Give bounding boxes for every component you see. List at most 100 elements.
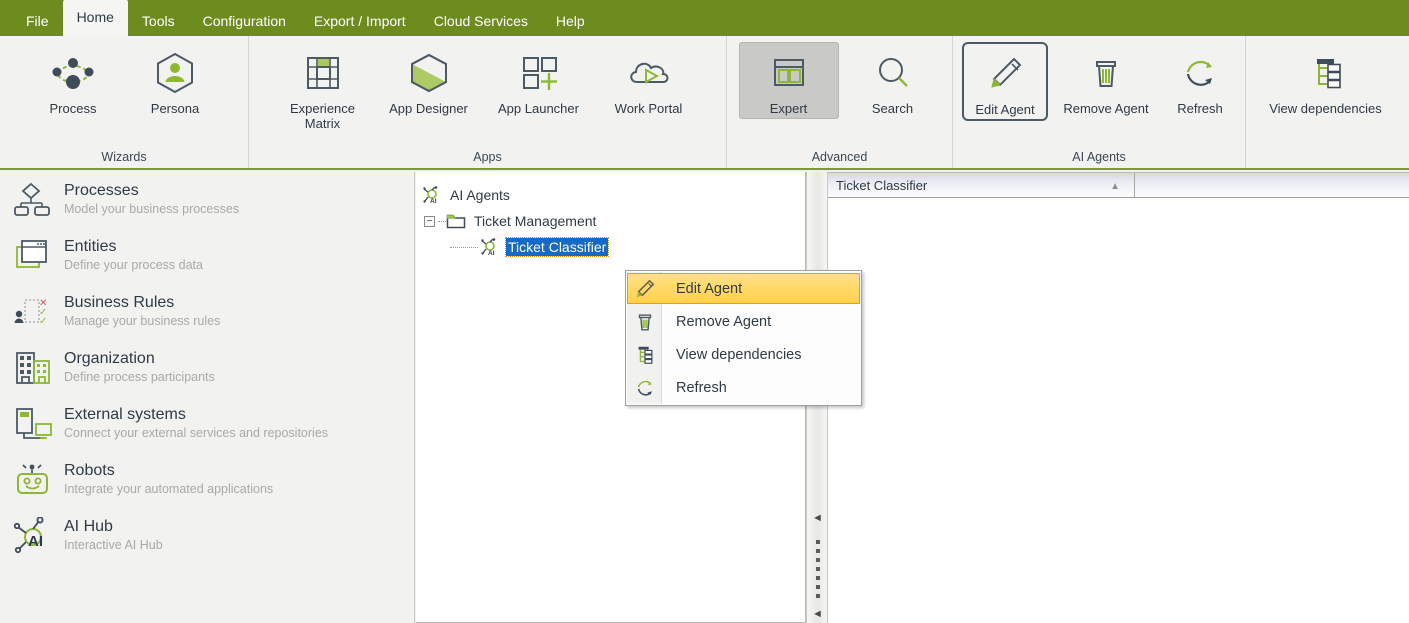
pencil-edit-icon <box>984 48 1026 100</box>
sidebar-item-organization[interactable]: Organization Define process participants <box>0 340 414 396</box>
ribbon-group-apps: Experience Matrix App Designer App Launc… <box>248 36 726 168</box>
ribbon-button-edit-agent[interactable]: Edit Agent <box>962 42 1048 121</box>
sidebar-item-title: Organization <box>64 350 155 367</box>
expert-window-icon <box>767 47 811 99</box>
persona-hexagon-icon <box>152 47 198 99</box>
ribbon-button-label: Persona <box>150 101 200 116</box>
ribbon-button-label: Search <box>871 101 914 116</box>
trash-can-icon <box>627 311 662 333</box>
splitter-collapse-down-icon[interactable]: ◄ <box>812 608 823 620</box>
search-magnifier-icon <box>871 47 915 99</box>
sidebar-item-subtitle: Interactive AI Hub <box>64 538 163 552</box>
trash-can-icon <box>1085 47 1127 99</box>
ribbon-button-label: Expert <box>769 101 808 116</box>
tree-connector <box>438 220 446 222</box>
tree-node-label: AI Agents <box>450 187 510 203</box>
sort-ascending-icon[interactable]: ▲ <box>1110 181 1120 192</box>
context-menu-item-label: Refresh <box>676 379 727 396</box>
tab-export-import[interactable]: Export / Import <box>300 6 420 36</box>
ribbon: Process Persona Wizards Experience Matri… <box>0 36 1409 170</box>
tree-node-ai-agents[interactable]: AI AI Agents <box>416 182 805 208</box>
entities-windows-icon <box>14 236 54 276</box>
app-designer-hexagon-icon <box>406 47 452 99</box>
ribbon-button-refresh[interactable]: Refresh <box>1164 42 1236 119</box>
process-network-icon <box>46 47 100 99</box>
ribbon-group-advanced: Expert Search Advanced <box>726 36 952 168</box>
grid-column-ticket-classifier[interactable]: Ticket Classifier ▲ <box>828 173 1135 197</box>
process-diagram-icon <box>14 180 54 220</box>
context-menu-item-edit-agent[interactable]: Edit Agent <box>627 273 860 304</box>
ribbon-group-view-dependencies: View dependencies <box>1245 36 1405 168</box>
ribbon-button-persona[interactable]: Persona <box>127 42 223 119</box>
sidebar-item-title: Entities <box>64 238 117 255</box>
svg-text:AI: AI <box>28 533 43 550</box>
folder-icon <box>446 211 466 231</box>
sidebar-item-external-systems[interactable]: External systems Connect your external s… <box>0 396 414 452</box>
tree-node-ticket-classifier[interactable]: AI Ticket Classifier <box>416 234 805 260</box>
context-menu-item-view-dependencies[interactable]: View dependencies <box>627 338 860 371</box>
tab-configuration[interactable]: Configuration <box>189 6 300 36</box>
sidebar-item-processes[interactable]: Processes Model your business processes <box>0 172 414 228</box>
ribbon-button-experience-matrix[interactable]: Experience Matrix <box>275 42 371 134</box>
tree-expander-icon[interactable]: − <box>424 215 435 227</box>
ribbon-button-search[interactable]: Search <box>845 42 941 119</box>
refresh-circular-arrow-icon <box>627 377 662 399</box>
ribbon-button-app-launcher[interactable]: App Launcher <box>487 42 591 119</box>
ribbon-button-app-designer[interactable]: App Designer <box>377 42 481 119</box>
tree-node-ticket-management[interactable]: − Ticket Management <box>416 208 805 234</box>
sidebar-item-subtitle: Define your process data <box>64 258 203 272</box>
context-menu-item-refresh[interactable]: Refresh <box>627 371 860 404</box>
ribbon-button-label: Remove Agent <box>1063 101 1149 116</box>
grid-column-empty[interactable] <box>1135 173 1409 197</box>
ribbon-button-process[interactable]: Process <box>25 42 121 119</box>
work-portal-cloud-play-icon <box>624 47 674 99</box>
business-rules-icon: ✕ ✓ ✓ <box>14 292 54 332</box>
ribbon-button-work-portal[interactable]: Work Portal <box>597 42 701 119</box>
sidebar: Processes Model your business processes … <box>0 172 415 623</box>
pencil-edit-icon <box>628 278 662 300</box>
dependency-tree-icon <box>627 344 662 366</box>
splitter-collapse-up-icon[interactable]: ◄ <box>812 512 823 524</box>
ribbon-button-label: App Launcher <box>498 101 579 116</box>
tab-cloud-services[interactable]: Cloud Services <box>420 6 542 36</box>
ribbon-button-remove-agent[interactable]: Remove Agent <box>1054 42 1158 119</box>
agent-grid-panel: Ticket Classifier ▲ <box>828 172 1409 623</box>
ribbon-button-label: App Designer <box>389 101 468 116</box>
svg-text:AI: AI <box>430 198 437 204</box>
splitter-grip-dot <box>816 585 820 589</box>
tree-connector <box>450 246 478 248</box>
sidebar-item-entities[interactable]: Entities Define your process data <box>0 228 414 284</box>
external-systems-icon <box>14 404 54 444</box>
ribbon-button-label: Refresh <box>1177 101 1223 116</box>
sidebar-item-business-rules[interactable]: ✕ ✓ ✓ Business Rules Manage your busines… <box>0 284 414 340</box>
tab-help[interactable]: Help <box>542 6 599 36</box>
context-menu-item-label: Remove Agent <box>676 313 772 330</box>
sidebar-item-robots[interactable]: Robots Integrate your automated applicat… <box>0 452 414 508</box>
splitter-grip-dot <box>816 567 820 571</box>
tab-home[interactable]: Home <box>62 0 128 36</box>
splitter-grip-dot <box>816 594 820 598</box>
sidebar-item-subtitle: Integrate your automated applications <box>64 482 274 496</box>
sidebar-item-ai-hub[interactable]: AI AI Hub Interactive AI Hub <box>0 508 414 564</box>
ribbon-button-label: Experience Matrix <box>289 101 356 131</box>
ai-hub-icon: AI <box>14 516 54 556</box>
ai-agent-node-icon: AI <box>480 237 500 257</box>
svg-text:AI: AI <box>488 250 495 256</box>
context-menu-item-remove-agent[interactable]: Remove Agent <box>627 305 860 338</box>
sidebar-item-subtitle: Define process participants <box>64 370 215 384</box>
ai-agents-node-icon: AI <box>422 185 442 205</box>
tab-tools[interactable]: Tools <box>128 6 189 36</box>
splitter-grip-dot <box>816 558 820 562</box>
ribbon-tab-bar: File Home Tools Configuration Export / I… <box>0 0 1409 36</box>
context-menu-item-label: View dependencies <box>676 346 802 363</box>
svg-text:✓: ✓ <box>39 316 47 327</box>
organization-buildings-icon <box>14 348 54 388</box>
grid-header-row: Ticket Classifier ▲ <box>828 172 1409 198</box>
ribbon-button-expert[interactable]: Expert <box>738 42 839 119</box>
ribbon-group-label <box>1246 164 1405 166</box>
ribbon-button-view-dependencies[interactable]: View dependencies <box>1250 42 1402 119</box>
tab-file[interactable]: File <box>12 6 63 36</box>
sidebar-item-subtitle: Manage your business rules <box>64 314 221 328</box>
dependency-tree-icon <box>1304 47 1348 99</box>
ribbon-button-label: View dependencies <box>1269 101 1382 116</box>
